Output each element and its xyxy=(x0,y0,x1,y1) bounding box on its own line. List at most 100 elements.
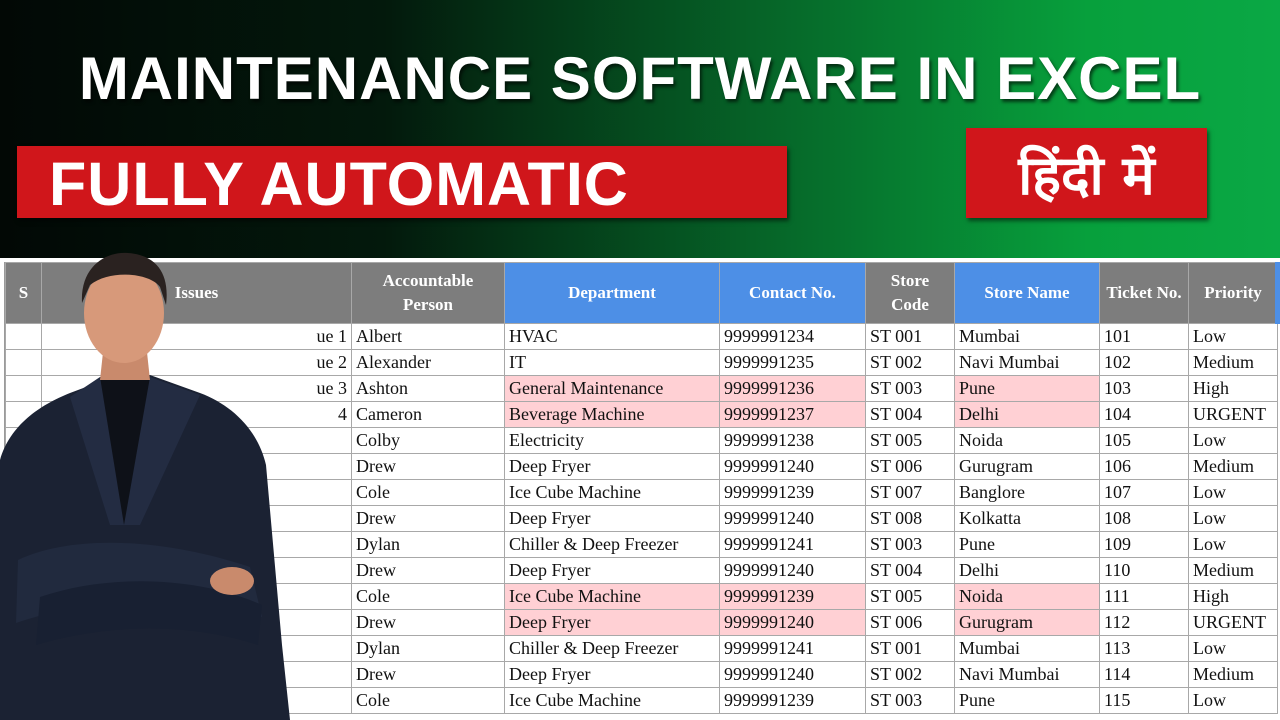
store-code-cell[interactable]: ST 008 xyxy=(865,505,955,532)
person-cell[interactable]: Cole xyxy=(351,479,505,506)
store-code-cell[interactable]: ST 004 xyxy=(865,557,955,584)
ticket-cell[interactable]: 103 xyxy=(1099,375,1189,402)
header-ticket-no[interactable]: Ticket No. xyxy=(1099,262,1189,324)
person-cell[interactable]: Colby xyxy=(351,427,505,454)
department-cell[interactable]: Deep Fryer xyxy=(504,661,720,688)
store-name-cell[interactable]: Pune xyxy=(954,375,1100,402)
department-cell[interactable]: Deep Fryer xyxy=(504,505,720,532)
store-name-cell[interactable]: Delhi xyxy=(954,401,1100,428)
department-cell[interactable]: Electricity xyxy=(504,427,720,454)
store-code-cell[interactable]: ST 002 xyxy=(865,349,955,376)
ticket-cell[interactable]: 106 xyxy=(1099,453,1189,480)
priority-cell[interactable]: Low xyxy=(1188,427,1278,454)
store-code-cell[interactable]: ST 005 xyxy=(865,583,955,610)
contact-cell[interactable]: 9999991237 xyxy=(719,401,866,428)
contact-cell[interactable]: 9999991240 xyxy=(719,609,866,636)
contact-cell[interactable]: 9999991239 xyxy=(719,687,866,714)
store-code-cell[interactable]: ST 006 xyxy=(865,453,955,480)
contact-cell[interactable]: 9999991240 xyxy=(719,557,866,584)
store-name-cell[interactable]: Gurugram xyxy=(954,609,1100,636)
store-code-cell[interactable]: ST 005 xyxy=(865,427,955,454)
store-name-cell[interactable]: Kolkatta xyxy=(954,505,1100,532)
person-cell[interactable]: Drew xyxy=(351,453,505,480)
priority-cell[interactable]: Low xyxy=(1188,635,1278,662)
department-cell[interactable]: Beverage Machine xyxy=(504,401,720,428)
department-cell[interactable]: Ice Cube Machine xyxy=(504,687,720,714)
department-cell[interactable]: General Maintenance xyxy=(504,375,720,402)
store-code-cell[interactable]: ST 004 xyxy=(865,401,955,428)
priority-cell[interactable]: URGENT xyxy=(1188,609,1278,636)
priority-cell[interactable]: Low xyxy=(1188,505,1278,532)
person-cell[interactable]: Ashton xyxy=(351,375,505,402)
priority-cell[interactable]: Medium xyxy=(1188,453,1278,480)
store-code-cell[interactable]: ST 003 xyxy=(865,687,955,714)
priority-cell[interactable]: Low xyxy=(1188,323,1278,350)
department-cell[interactable]: Chiller & Deep Freezer xyxy=(504,635,720,662)
ticket-cell[interactable]: 113 xyxy=(1099,635,1189,662)
ticket-cell[interactable]: 107 xyxy=(1099,479,1189,506)
person-cell[interactable]: Cole xyxy=(351,583,505,610)
contact-cell[interactable]: 9999991240 xyxy=(719,661,866,688)
store-code-cell[interactable]: ST 003 xyxy=(865,375,955,402)
store-name-cell[interactable]: Mumbai xyxy=(954,635,1100,662)
header-contact-no[interactable]: Contact No. xyxy=(719,262,866,324)
priority-cell[interactable]: Low xyxy=(1188,531,1278,558)
contact-cell[interactable]: 9999991234 xyxy=(719,323,866,350)
store-code-cell[interactable]: ST 001 xyxy=(865,323,955,350)
store-name-cell[interactable]: Pune xyxy=(954,687,1100,714)
contact-cell[interactable]: 9999991235 xyxy=(719,349,866,376)
contact-cell[interactable]: 9999991239 xyxy=(719,479,866,506)
priority-cell[interactable]: High xyxy=(1188,375,1278,402)
ticket-cell[interactable]: 104 xyxy=(1099,401,1189,428)
ticket-cell[interactable]: 112 xyxy=(1099,609,1189,636)
person-cell[interactable]: Dylan xyxy=(351,531,505,558)
contact-cell[interactable]: 9999991238 xyxy=(719,427,866,454)
ticket-cell[interactable]: 111 xyxy=(1099,583,1189,610)
person-cell[interactable]: Drew xyxy=(351,557,505,584)
store-name-cell[interactable]: Delhi xyxy=(954,557,1100,584)
department-cell[interactable]: Deep Fryer xyxy=(504,557,720,584)
department-cell[interactable]: Ice Cube Machine xyxy=(504,479,720,506)
store-code-cell[interactable]: ST 003 xyxy=(865,531,955,558)
person-cell[interactable]: Alexander xyxy=(351,349,505,376)
person-cell[interactable]: Drew xyxy=(351,661,505,688)
priority-cell[interactable]: Medium xyxy=(1188,557,1278,584)
department-cell[interactable]: Ice Cube Machine xyxy=(504,583,720,610)
store-code-cell[interactable]: ST 006 xyxy=(865,609,955,636)
store-name-cell[interactable]: Banglore xyxy=(954,479,1100,506)
store-name-cell[interactable]: Noida xyxy=(954,583,1100,610)
contact-cell[interactable]: 9999991240 xyxy=(719,505,866,532)
person-cell[interactable]: Dylan xyxy=(351,635,505,662)
department-cell[interactable]: Deep Fryer xyxy=(504,609,720,636)
department-cell[interactable]: Deep Fryer xyxy=(504,453,720,480)
ticket-cell[interactable]: 109 xyxy=(1099,531,1189,558)
store-name-cell[interactable]: Navi Mumbai xyxy=(954,349,1100,376)
contact-cell[interactable]: 9999991240 xyxy=(719,453,866,480)
header-department[interactable]: Department xyxy=(504,262,720,324)
priority-cell[interactable]: High xyxy=(1188,583,1278,610)
contact-cell[interactable]: 9999991236 xyxy=(719,375,866,402)
priority-cell[interactable]: Low xyxy=(1188,479,1278,506)
store-name-cell[interactable]: Pune xyxy=(954,531,1100,558)
store-name-cell[interactable]: Mumbai xyxy=(954,323,1100,350)
contact-cell[interactable]: 9999991239 xyxy=(719,583,866,610)
department-cell[interactable]: Chiller & Deep Freezer xyxy=(504,531,720,558)
person-cell[interactable]: Albert xyxy=(351,323,505,350)
store-code-cell[interactable]: ST 007 xyxy=(865,479,955,506)
ticket-cell[interactable]: 108 xyxy=(1099,505,1189,532)
person-cell[interactable]: Drew xyxy=(351,609,505,636)
department-cell[interactable]: IT xyxy=(504,349,720,376)
header-priority[interactable]: Priority xyxy=(1188,262,1278,324)
priority-cell[interactable]: Medium xyxy=(1188,349,1278,376)
ticket-cell[interactable]: 101 xyxy=(1099,323,1189,350)
store-name-cell[interactable]: Gurugram xyxy=(954,453,1100,480)
priority-cell[interactable]: URGENT xyxy=(1188,401,1278,428)
department-cell[interactable]: HVAC xyxy=(504,323,720,350)
header-accountable-person[interactable]: Accountable Person xyxy=(351,262,505,324)
store-code-cell[interactable]: ST 001 xyxy=(865,635,955,662)
store-name-cell[interactable]: Navi Mumbai xyxy=(954,661,1100,688)
ticket-cell[interactable]: 114 xyxy=(1099,661,1189,688)
ticket-cell[interactable]: 102 xyxy=(1099,349,1189,376)
person-cell[interactable]: Drew xyxy=(351,505,505,532)
contact-cell[interactable]: 9999991241 xyxy=(719,635,866,662)
